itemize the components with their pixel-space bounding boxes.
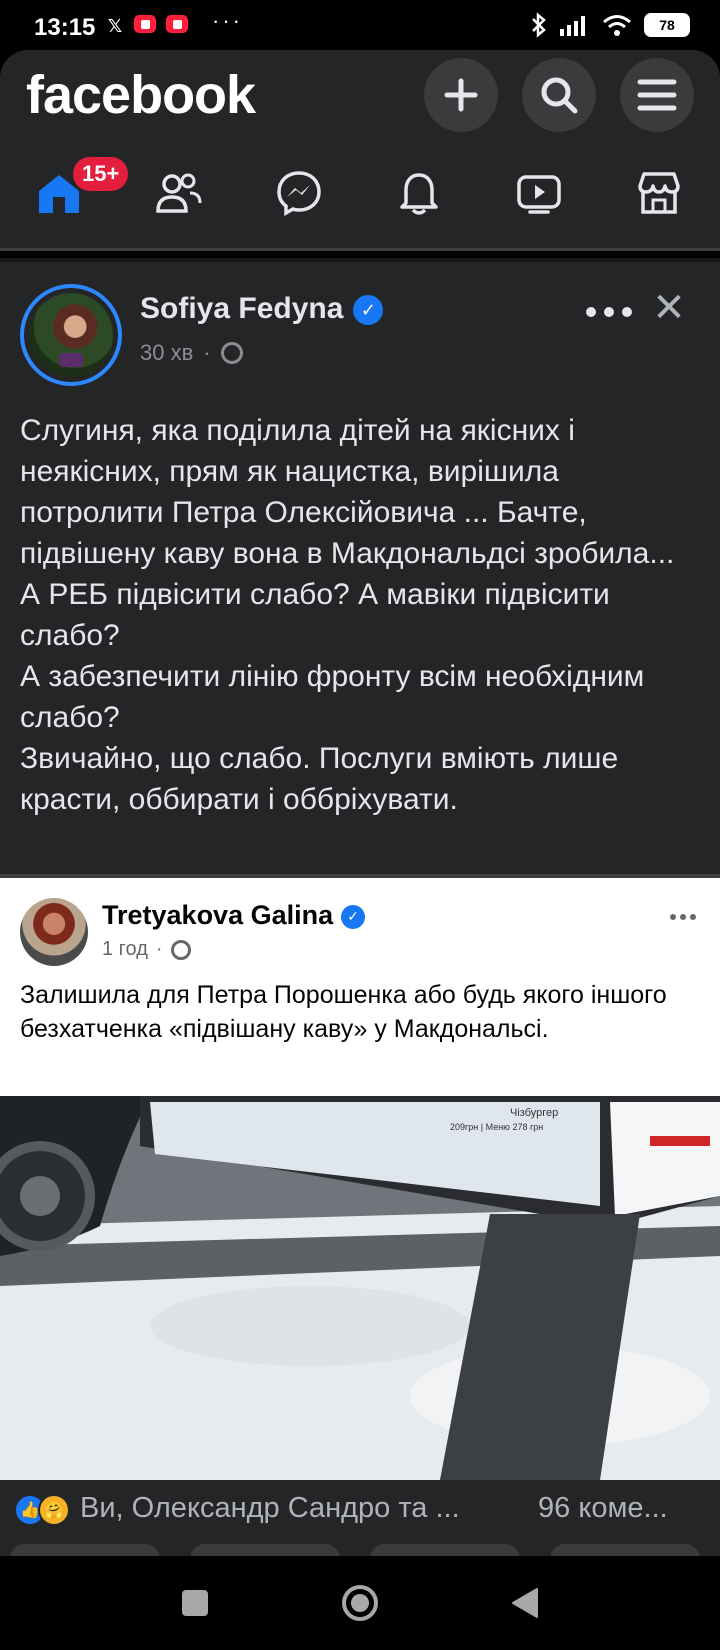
status-icons: 78	[530, 12, 690, 38]
author-avatar-story[interactable]	[20, 284, 122, 386]
battery-indicator: 78	[644, 13, 690, 37]
tab-marketplace[interactable]	[614, 150, 704, 236]
messenger-icon	[277, 171, 321, 216]
back-button[interactable]	[502, 1580, 548, 1626]
shared-post-author-name[interactable]: Tretyakova Galina	[102, 900, 333, 930]
shared-post-options-button[interactable]	[670, 914, 696, 922]
post-author-name[interactable]: Sofiya Fedyna	[140, 292, 343, 325]
friends-icon	[156, 173, 202, 213]
post-meta: 30 хв ·	[140, 340, 243, 366]
meta-separator: ·	[203, 340, 211, 365]
public-globe-icon	[220, 342, 243, 364]
back-triangle-icon	[512, 1588, 538, 1618]
square-icon	[182, 1590, 208, 1616]
reaction-names[interactable]: Ви, Олександр Сандро та ...	[80, 1492, 460, 1525]
post-video[interactable]: Чізбургер 209грн | Меню 278 грн	[0, 1096, 720, 1480]
plus-icon	[444, 78, 478, 112]
reaction-icons[interactable]: 👍 🤗	[14, 1494, 74, 1526]
post-text: Слугиня, яка поділила дітей на якісних і…	[20, 414, 675, 816]
x-notification-icon: 𝕏	[107, 15, 123, 36]
tab-notifications[interactable]	[374, 150, 464, 236]
post-card: Sofiya Fedyna ✓ 30 хв · ✕ Слугиня, яка по…	[0, 262, 720, 874]
youtube-notification-icon	[134, 15, 156, 33]
app-header: facebook 15+	[0, 50, 720, 250]
home-nav-button[interactable]	[337, 1580, 383, 1626]
avatar-image	[29, 293, 113, 377]
bell-icon	[400, 173, 438, 215]
more-dot-icon	[690, 914, 696, 920]
youtube-notification-icon-2	[166, 15, 188, 33]
video-icon	[517, 175, 561, 214]
bluetooth-icon	[532, 12, 546, 38]
signal-icon	[560, 16, 585, 36]
status-bar: 13:15 𝕏 ··· 78	[0, 0, 720, 50]
tab-messenger[interactable]	[254, 150, 344, 236]
wifi-icon	[603, 15, 631, 36]
meta-separator: ·	[155, 938, 163, 960]
public-globe-icon	[170, 939, 191, 960]
facebook-logo[interactable]: facebook	[26, 64, 256, 126]
more-dot-icon	[670, 914, 676, 920]
notification-badge: 15+	[70, 154, 132, 194]
circle-icon	[342, 1585, 378, 1621]
shared-author-avatar[interactable]	[20, 898, 88, 966]
verified-badge-icon: ✓	[353, 295, 384, 326]
status-time: 13:15	[34, 14, 96, 41]
shared-post-card[interactable]: Tretyakova Galina ✓ 1 год · Залишила для …	[0, 878, 720, 1096]
search-button[interactable]	[522, 58, 596, 132]
video-frame: Чізбургер 209грн | Меню 278 грн	[0, 1096, 720, 1480]
comments-count[interactable]: 96 коме...	[538, 1492, 668, 1525]
search-icon	[541, 77, 578, 114]
more-dot-icon	[586, 307, 596, 317]
verified-badge-icon: ✓	[341, 904, 366, 929]
more-notifications-indicator: ···	[212, 8, 243, 33]
shared-post-time[interactable]: 1 год	[102, 938, 148, 961]
shared-post-text: Залишила для Петра Порошенка або будь як…	[20, 981, 667, 1043]
care-reaction-icon: 🤗	[38, 1494, 70, 1526]
sign-text: Чізбургер	[510, 1107, 558, 1119]
reactions-bar: 👍 🤗 Ви, Олександр Сандро та ... 96 коме.…	[0, 1480, 720, 1538]
post-author[interactable]: Sofiya Fedyna ✓	[140, 292, 384, 326]
more-dot-icon	[680, 914, 686, 920]
shared-post-author[interactable]: Tretyakova Galina ✓	[102, 900, 366, 931]
marketplace-icon	[638, 172, 680, 214]
more-dot-icon	[622, 307, 632, 317]
recents-button[interactable]	[172, 1580, 218, 1626]
tab-video[interactable]	[494, 150, 584, 236]
sign-price: 209грн | Меню 278 грн	[450, 1122, 543, 1132]
tab-friends[interactable]	[134, 150, 224, 236]
tab-home[interactable]: 15+	[14, 150, 132, 236]
menu-button[interactable]	[620, 58, 694, 132]
header-divider	[0, 248, 720, 251]
post-options-button[interactable]	[586, 300, 632, 324]
post-actions-row	[0, 1538, 720, 1574]
more-dot-icon	[604, 307, 614, 317]
post-time[interactable]: 30 хв	[140, 340, 193, 366]
create-button[interactable]	[424, 58, 498, 132]
menu-icon	[637, 79, 677, 111]
shared-post-meta: 1 год ·	[102, 938, 191, 961]
system-nav-bar	[0, 1556, 720, 1650]
tab-bar: 15+	[0, 150, 720, 236]
hide-post-close-icon[interactable]: ✕	[652, 288, 686, 328]
